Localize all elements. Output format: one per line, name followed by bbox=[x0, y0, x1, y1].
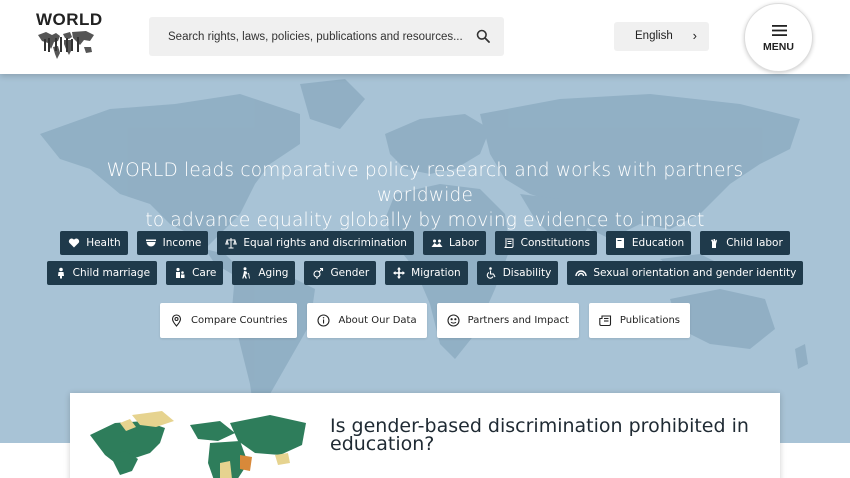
topic-chip-label: Aging bbox=[258, 267, 289, 279]
wheelchair-icon bbox=[486, 267, 496, 279]
topic-chip-label: Equal rights and discrimination bbox=[243, 237, 407, 249]
gender-icon bbox=[313, 267, 324, 279]
topic-chip-label: Health bbox=[86, 237, 121, 249]
topic-chip-label: Disability bbox=[502, 267, 552, 279]
globe-icon bbox=[447, 314, 460, 327]
action-label: Compare Countries bbox=[190, 315, 288, 326]
topic-chip-constitutions[interactable]: Constitutions bbox=[494, 231, 597, 255]
site-header: WORLD English › bbox=[0, 0, 850, 74]
topic-chip-disability[interactable]: Disability bbox=[476, 261, 559, 285]
language-label: English bbox=[635, 30, 673, 42]
card-title: Is gender-based discrimination prohibite… bbox=[330, 415, 749, 455]
menu-label: MENU bbox=[763, 41, 794, 53]
search-icon[interactable] bbox=[476, 29, 490, 43]
chevron-right-icon: › bbox=[692, 28, 697, 43]
topic-chip-migration[interactable]: Migration bbox=[385, 261, 468, 285]
tagline-line-1: WORLD leads comparative policy research … bbox=[106, 160, 744, 206]
publications-button[interactable]: Publications bbox=[588, 303, 691, 338]
topic-chip-label: Labor bbox=[448, 237, 479, 249]
action-label: Partners and Impact bbox=[467, 315, 569, 326]
topic-chip-income[interactable]: Income bbox=[136, 231, 209, 255]
topic-chip-label: Migration bbox=[411, 267, 461, 279]
info-icon bbox=[317, 314, 331, 327]
topic-chip-aging[interactable]: Aging bbox=[232, 261, 296, 285]
topic-chip-sogi[interactable]: Sexual orientation and gender identity bbox=[567, 261, 804, 285]
topic-chips-row-2: Child marriage Care Aging Gender Migrati… bbox=[0, 261, 850, 285]
heart-icon bbox=[69, 238, 80, 248]
topic-chip-gender[interactable]: Gender bbox=[304, 261, 377, 285]
child-icon bbox=[57, 267, 64, 279]
workers-icon bbox=[431, 239, 443, 247]
topic-chip-equal-rights[interactable]: Equal rights and discrimination bbox=[217, 231, 414, 255]
hamburger-icon bbox=[772, 25, 787, 36]
topic-chip-care[interactable]: Care bbox=[166, 261, 224, 285]
newspaper-icon bbox=[599, 315, 611, 327]
topic-chip-label: Income bbox=[162, 237, 202, 249]
topic-chip-label: Child labor bbox=[726, 237, 783, 249]
search-bar bbox=[149, 17, 504, 56]
partners-and-impact-button[interactable]: Partners and Impact bbox=[436, 303, 579, 338]
topic-chip-health[interactable]: Health bbox=[60, 231, 128, 255]
topic-chip-label: Education bbox=[631, 237, 685, 249]
topic-chip-label: Sexual orientation and gender identity bbox=[593, 267, 797, 279]
featured-card[interactable]: Is gender-based discrimination prohibite… bbox=[70, 393, 780, 478]
bowl-icon bbox=[145, 239, 156, 247]
hero-tagline: WORLD leads comparative policy research … bbox=[60, 158, 790, 233]
topic-chip-label: Care bbox=[192, 267, 217, 279]
world-logo[interactable]: WORLD bbox=[36, 10, 103, 60]
topic-chip-label: Child marriage bbox=[72, 267, 151, 279]
hero-section: WORLD leads comparative policy research … bbox=[0, 74, 850, 443]
topic-chip-education[interactable]: Education bbox=[605, 231, 692, 255]
topic-chip-labor[interactable]: Labor bbox=[422, 231, 486, 255]
about-our-data-button[interactable]: About Our Data bbox=[307, 303, 427, 338]
world-map-background bbox=[40, 79, 808, 419]
search-input[interactable] bbox=[149, 17, 504, 56]
care-icon bbox=[176, 267, 185, 278]
menu-button[interactable]: MENU bbox=[744, 3, 813, 72]
tagline-line-2: to advance equality globally by moving e… bbox=[145, 210, 705, 231]
scales-icon bbox=[225, 238, 238, 249]
action-label: About Our Data bbox=[338, 315, 417, 326]
scroll-icon bbox=[504, 238, 514, 248]
hand-icon bbox=[711, 239, 718, 248]
featured-map-thumbnail bbox=[70, 393, 314, 478]
topic-chip-child-marriage[interactable]: Child marriage bbox=[46, 261, 158, 285]
topic-chips-row-1: Health Income Equal rights and discrimin… bbox=[0, 231, 850, 255]
hero-actions: Compare Countries About Our Data Partner… bbox=[0, 303, 850, 338]
logo-world-map-icon bbox=[38, 31, 94, 59]
compare-countries-button[interactable]: Compare Countries bbox=[159, 303, 298, 338]
location-pin-icon bbox=[171, 314, 182, 327]
topic-chip-label: Constitutions bbox=[520, 237, 590, 249]
book-icon bbox=[615, 238, 624, 248]
logo-text: WORLD bbox=[36, 10, 103, 29]
language-selector[interactable]: English › bbox=[614, 22, 709, 51]
topic-chip-child-labor[interactable]: Child labor bbox=[700, 231, 790, 255]
walking-cane-icon bbox=[242, 267, 251, 279]
arrows-icon bbox=[393, 267, 406, 279]
rainbow-icon bbox=[575, 270, 588, 277]
topic-chip-label: Gender bbox=[330, 267, 370, 279]
action-label: Publications bbox=[619, 315, 681, 326]
